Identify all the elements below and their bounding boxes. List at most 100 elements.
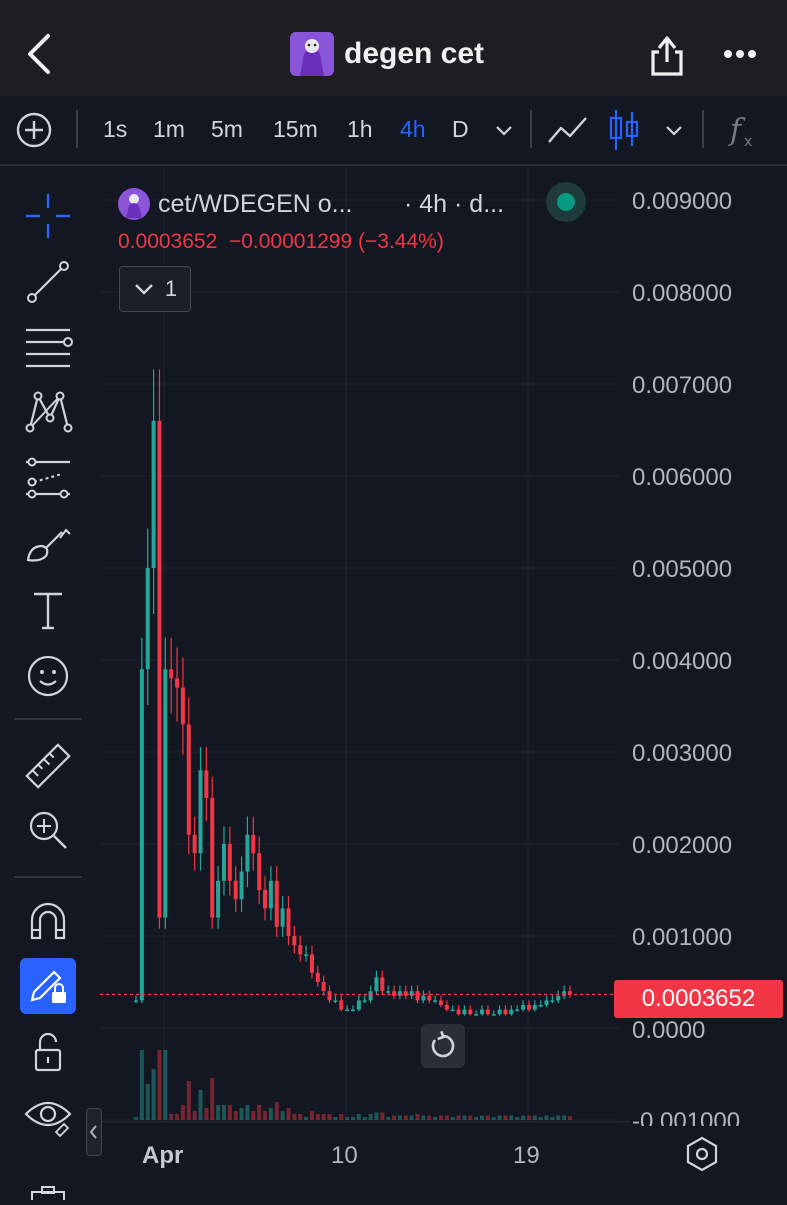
unlock-icon[interactable] (20, 1024, 76, 1080)
legend-symbol[interactable]: cet/WDEGEN o... (118, 184, 352, 224)
forecasting-tool-icon[interactable] (20, 450, 76, 506)
timeframe-5m[interactable]: 5m (211, 104, 243, 154)
volume-bar (345, 1117, 350, 1120)
candle-body (468, 1009, 473, 1015)
more-options-icon[interactable] (720, 40, 760, 68)
magnet-icon[interactable] (20, 894, 76, 950)
volume-bar (409, 1115, 414, 1120)
volume-bar (186, 1081, 191, 1120)
candle-body (562, 991, 567, 996)
candle-body (474, 1014, 479, 1016)
toolbar-divider (530, 110, 532, 148)
candle-body (204, 770, 209, 798)
volume-bar (392, 1115, 397, 1120)
candle-body (503, 1009, 508, 1015)
time-axis-label: 19 (513, 1142, 540, 1169)
candle-body (327, 991, 332, 1001)
trash-icon[interactable] (24, 1186, 72, 1200)
panel-divider (14, 718, 82, 720)
indicators-fx-icon[interactable]: fx (726, 108, 766, 152)
crosshair-icon[interactable] (20, 188, 76, 244)
svg-text:x: x (744, 134, 752, 150)
collapse-count: 1 (164, 276, 178, 301)
candle-body (268, 880, 273, 909)
emoji-icon[interactable] (20, 648, 76, 704)
candle-body (380, 977, 385, 992)
price-axis-label: 0.008000 (632, 280, 733, 307)
candle-body (239, 871, 244, 900)
volume-bar (298, 1114, 303, 1120)
brush-icon[interactable] (20, 516, 76, 572)
chart-settings-icon[interactable] (684, 1134, 720, 1174)
volume-bar (421, 1115, 426, 1120)
line-chart-icon[interactable] (546, 110, 590, 150)
candle-body (251, 834, 256, 854)
zoom-in-icon[interactable] (20, 802, 76, 858)
candle-body (315, 972, 320, 982)
add-symbol-icon[interactable] (14, 110, 54, 150)
text-tool-icon[interactable] (20, 582, 76, 638)
volume-bar (321, 1114, 326, 1120)
volume-bar (403, 1115, 408, 1120)
candle-body (433, 1000, 438, 1002)
price-axis-label: 0.003000 (632, 740, 733, 767)
candle-body (485, 1009, 490, 1015)
candle-body (263, 890, 268, 909)
ruler-icon[interactable] (20, 738, 76, 794)
price-axis-label: 0.009000 (632, 188, 733, 215)
volume-bar (526, 1115, 531, 1120)
volume-bar (339, 1114, 344, 1120)
volume-bar (309, 1111, 314, 1120)
timeframe-1m[interactable]: 1m (153, 104, 185, 154)
share-icon[interactable] (645, 32, 689, 78)
volume-bar (251, 1111, 256, 1120)
volume-bar (491, 1117, 496, 1120)
candle-body (280, 908, 285, 927)
price-axis-label: 0.001000 (632, 924, 733, 951)
back-arrow-icon[interactable] (20, 30, 60, 78)
volume-bar (286, 1108, 291, 1120)
candle-body (450, 1009, 455, 1012)
lock-drawings-pencil-icon[interactable] (20, 958, 76, 1014)
fib-retracement-icon[interactable] (20, 320, 76, 376)
toggle-panel-handle[interactable] (86, 1108, 102, 1156)
volume-bar (433, 1117, 438, 1120)
timeframe-chevron-down-icon[interactable] (492, 118, 516, 142)
panel-divider (14, 876, 82, 878)
time-axis-label: 10 (331, 1142, 358, 1169)
candle-body (550, 1000, 555, 1002)
candle-body (186, 724, 191, 835)
trend-line-icon[interactable] (20, 254, 76, 310)
candle-body (362, 1000, 367, 1002)
timeframe-15m[interactable]: 15m (273, 104, 318, 154)
volume-bar (374, 1112, 379, 1120)
time-axis-label: Apr (142, 1142, 184, 1169)
timeframe-4h[interactable]: 4h (400, 104, 426, 154)
candle-body (538, 1005, 543, 1007)
timeframe-1h[interactable]: 1h (347, 104, 373, 154)
candle-body (151, 420, 156, 568)
price-axis-label: 0.007000 (632, 372, 733, 399)
reset-chart-button[interactable] (421, 1024, 465, 1068)
chart-type-chevron-down-icon[interactable] (662, 118, 686, 142)
volume-bar (163, 1050, 168, 1120)
price-axis-label: 0.0000 (632, 1017, 706, 1044)
toolbar-divider (76, 110, 78, 148)
candlestick-chart-icon[interactable] (606, 106, 642, 154)
timeframe-D[interactable]: D (452, 104, 469, 154)
candle-body (309, 954, 314, 973)
market-status-indicator[interactable] (546, 182, 586, 222)
pattern-tool-icon[interactable] (20, 384, 76, 440)
volume-bar (304, 1117, 309, 1120)
volume-bar (562, 1115, 567, 1120)
volume-bar (368, 1114, 373, 1120)
timeframe-1s[interactable]: 1s (103, 104, 127, 154)
legend-values: 0.0003652 −0.00001299 (−3.44%) (118, 230, 444, 254)
volume-bar (480, 1115, 485, 1120)
candle-body (403, 991, 408, 996)
volume-bar (274, 1102, 279, 1120)
candle-body (292, 936, 297, 946)
volume-bar (568, 1116, 572, 1120)
hide-drawings-eye-icon[interactable] (20, 1088, 76, 1144)
collapse-legend-button[interactable]: 1 (119, 266, 191, 312)
